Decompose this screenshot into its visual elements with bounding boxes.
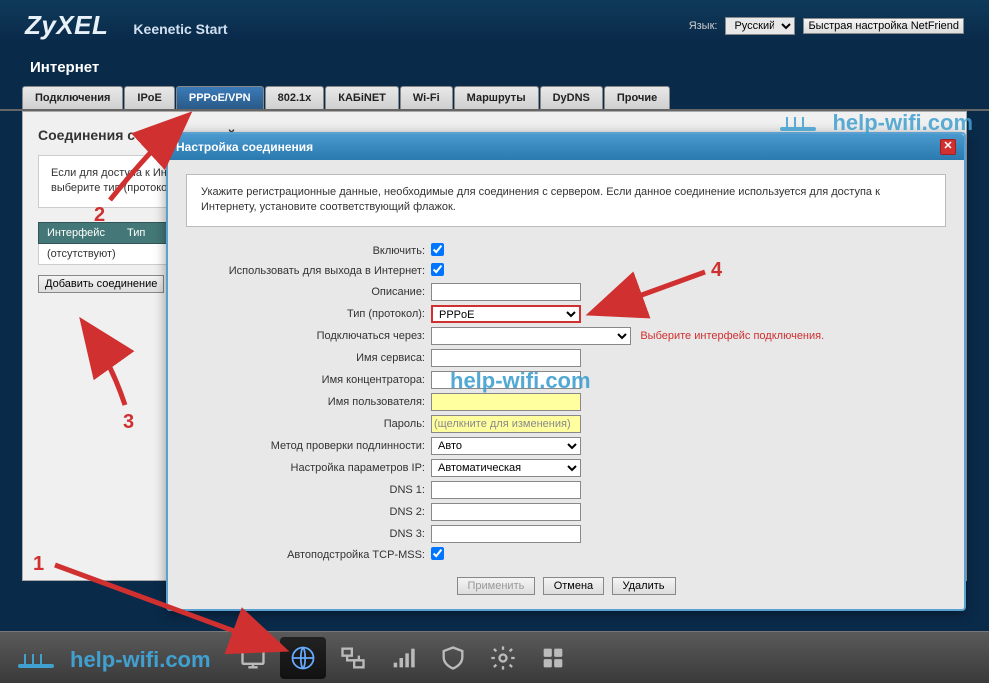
annotation-3: 3 <box>123 411 134 434</box>
description-input[interactable] <box>431 283 581 301</box>
use-for-internet-checkbox[interactable] <box>431 263 444 276</box>
tab-bar: Подключения IPoE PPPoE/VPN 802.1x КАБiNE… <box>0 86 989 111</box>
connection-settings-modal: Настройка соединения ✕ Укажите регистрац… <box>166 132 966 611</box>
tab-other[interactable]: Прочие <box>604 86 670 109</box>
label-password: Пароль: <box>186 418 431 430</box>
quick-setup-button[interactable]: Быстрая настройка NetFriend <box>803 18 964 34</box>
tab-8021x[interactable]: 802.1x <box>265 86 325 109</box>
password-input[interactable] <box>431 415 581 433</box>
label-use-internet: Использовать для выхода в Интернет: <box>186 265 431 277</box>
annotation-4: 4 <box>711 259 722 282</box>
label-enable: Включить: <box>186 245 431 257</box>
delete-button[interactable]: Удалить <box>612 577 676 595</box>
ip-config-select[interactable]: Автоматическая <box>431 459 581 477</box>
modal-info: Укажите регистрационные данные, необходи… <box>186 174 946 227</box>
label-ip-config: Настройка параметров IP: <box>186 462 431 474</box>
th-interface: Интерфейс <box>47 227 127 239</box>
tab-kabinet[interactable]: КАБiNET <box>325 86 399 109</box>
add-connection-button[interactable]: Добавить соединение <box>38 275 164 293</box>
apply-button[interactable]: Применить <box>457 577 536 595</box>
auth-method-select[interactable]: Авто <box>431 437 581 455</box>
language-label: Язык: <box>689 20 718 32</box>
dns3-input[interactable] <box>431 525 581 543</box>
tab-pppoe-vpn[interactable]: PPPoE/VPN <box>176 86 264 109</box>
dns1-input[interactable] <box>431 481 581 499</box>
modal-title: Настройка соединения <box>176 140 313 154</box>
auto-mss-checkbox[interactable] <box>431 547 444 560</box>
nav-gear-icon[interactable] <box>480 637 526 679</box>
label-dns3: DNS 3: <box>186 528 431 540</box>
nav-monitor-icon[interactable] <box>230 637 276 679</box>
tab-dydns[interactable]: DyDNS <box>540 86 603 109</box>
label-connect-via: Подключаться через: <box>186 330 431 342</box>
label-dns1: DNS 1: <box>186 484 431 496</box>
watermark-bottom: help-wifi.com <box>18 647 211 673</box>
nav-shield-icon[interactable] <box>430 637 476 679</box>
tab-ipoe[interactable]: IPoE <box>124 86 174 109</box>
annotation-1: 1 <box>33 553 44 576</box>
tab-connections[interactable]: Подключения <box>22 86 123 109</box>
tab-wifi[interactable]: Wi-Fi <box>400 86 453 109</box>
watermark-top: help-wifi.com <box>780 110 973 136</box>
cancel-button[interactable]: Отмена <box>543 577 604 595</box>
nav-signal-icon[interactable] <box>380 637 426 679</box>
label-type: Тип (протокол): <box>186 308 431 320</box>
language-select[interactable]: Русский <box>725 17 795 35</box>
label-auth-method: Метод проверки подлинности: <box>186 440 431 452</box>
dns2-input[interactable] <box>431 503 581 521</box>
tab-routes[interactable]: Маршруты <box>454 86 539 109</box>
th-type: Тип <box>127 227 145 239</box>
page-title: Интернет <box>0 41 989 86</box>
label-auto-mss: Автоподстройка TCP-MSS: <box>186 549 431 561</box>
protocol-type-select[interactable]: PPPoE <box>431 305 581 323</box>
model-name: Keenetic Start <box>133 21 227 37</box>
concentrator-input[interactable] <box>431 371 581 389</box>
label-concentrator: Имя концентратора: <box>186 374 431 386</box>
nav-apps-icon[interactable] <box>530 637 576 679</box>
label-service-name: Имя сервиса: <box>186 352 431 364</box>
close-icon[interactable]: ✕ <box>940 139 956 155</box>
annotation-2: 2 <box>94 204 105 227</box>
brand-logo: ZyXEL <box>25 10 108 41</box>
connect-via-select[interactable] <box>431 327 631 345</box>
label-dns2: DNS 2: <box>186 506 431 518</box>
username-input[interactable] <box>431 393 581 411</box>
nav-globe-icon[interactable] <box>280 637 326 679</box>
service-name-input[interactable] <box>431 349 581 367</box>
nav-network-icon[interactable] <box>330 637 376 679</box>
connect-via-error: Выберите интерфейс подключения. <box>640 330 824 342</box>
enable-checkbox[interactable] <box>431 243 444 256</box>
label-username: Имя пользователя: <box>186 396 431 408</box>
label-description: Описание: <box>186 286 431 298</box>
